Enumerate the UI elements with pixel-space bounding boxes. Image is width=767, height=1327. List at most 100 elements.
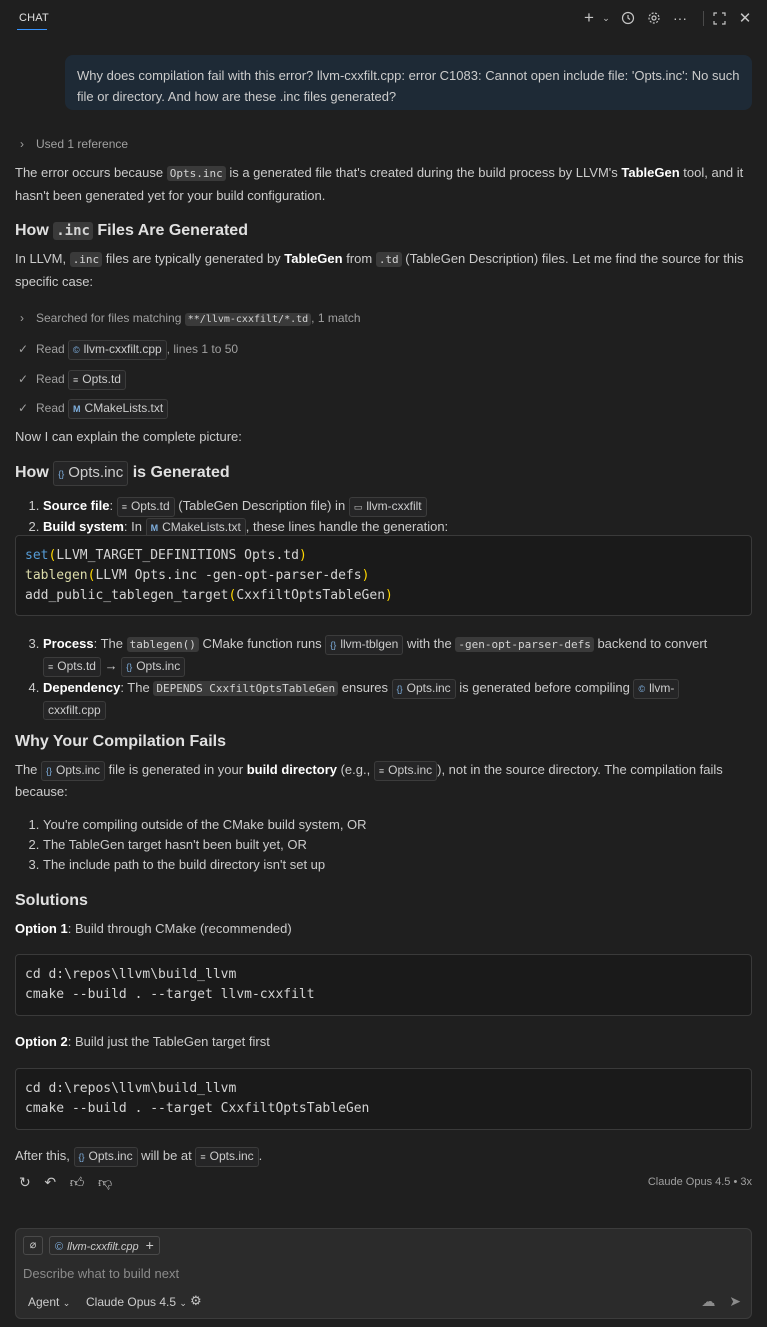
agent-mode-select[interactable]: Agent ⌄ <box>28 1295 70 1309</box>
bold-text: TableGen <box>284 251 343 266</box>
history-icon[interactable] <box>619 9 637 27</box>
heading-text: is Generated <box>128 464 230 481</box>
text: : Build through CMake (recommended) <box>67 921 292 936</box>
check-icon: ✓ <box>18 372 29 386</box>
file-link-llvm-cxxfilt-cpp[interactable]: © llvm- <box>633 679 680 699</box>
inc-file-icon: {} <box>330 640 337 650</box>
close-icon[interactable]: ✕ <box>736 9 754 27</box>
file-name: Opts.inc <box>56 763 101 777</box>
code-block-cmake[interactable]: set(LLVM_TARGET_DEFINITIONS Opts.td) tab… <box>15 535 752 616</box>
check-icon: ✓ <box>18 401 29 415</box>
how-inc-paragraph: In LLVM, .inc files are typically genera… <box>15 248 755 293</box>
text: CMake function runs <box>198 636 326 651</box>
file-name: Opts.td <box>57 659 96 673</box>
inc-file-icon: {} <box>58 469 65 479</box>
tools-icon[interactable]: ⚙︎ <box>190 1293 202 1309</box>
file-link-llvm-cxxfilt-cpp[interactable]: © llvm-cxxfilt.cpp <box>68 340 167 360</box>
code-block-option-1[interactable]: cd d:\repos\llvm\build_llvm cmake --buil… <box>15 954 752 1016</box>
maximize-icon[interactable] <box>710 9 728 27</box>
folder-link-llvm-cxxfilt[interactable]: ▭ llvm-cxxfilt <box>348 497 427 517</box>
bold-text: Source file <box>43 498 110 513</box>
code-args: CxxfiltOptsTableGen <box>236 588 386 603</box>
file-link-cmakelists[interactable]: M CMakeLists.txt <box>68 399 169 419</box>
bold-text: Build system <box>43 519 124 534</box>
file-name: cxxfilt.cpp <box>48 703 101 717</box>
inline-code: .inc <box>53 222 93 240</box>
code-keyword: set <box>25 548 49 563</box>
heading-why: Why Your Compilation Fails <box>15 733 226 750</box>
text: files are typically generated by <box>102 251 285 266</box>
code-line: cd d:\repos\llvm\build_llvm <box>25 967 237 982</box>
intro-text-2: is a generated file that's created durin… <box>225 165 622 180</box>
used-reference-row[interactable]: › Used 1 reference <box>20 135 128 153</box>
code-line: cd d:\repos\llvm\build_llvm <box>25 1081 237 1096</box>
td-file-icon: ≡ <box>73 375 79 385</box>
list-item: Process: The tablegen() CMake function r… <box>43 633 748 677</box>
text: The <box>15 762 42 777</box>
inline-code: tablegen() <box>126 637 199 652</box>
inline-code: -gen-opt-parser-defs <box>455 637 594 652</box>
chat-input-box: ⌀ © llvm-cxxfilt.cpp + Describe what to bu… <box>15 1228 752 1319</box>
read-suffix: , lines 1 to 50 <box>166 342 239 356</box>
file-link-llvm-cxxfilt-cpp-cont[interactable]: cxxfilt.cpp <box>43 701 106 720</box>
file-link-opts-inc[interactable]: {} Opts.inc <box>121 657 186 677</box>
attach-icon[interactable]: ⌀ <box>23 1236 43 1255</box>
td-file-icon: ≡ <box>200 1152 206 1162</box>
read-label: Read <box>36 401 65 415</box>
file-link-llvm-tblgen[interactable]: {} llvm-tblgen <box>325 635 404 655</box>
code-line: add_public_tablegen_target(CxxfiltOptsTa… <box>25 588 393 603</box>
more-icon[interactable]: ··· <box>671 9 689 27</box>
model-label: Claude Opus 4.5 <box>86 1295 177 1309</box>
chat-header: CHAT + ⌄ ··· ✕ <box>0 0 767 38</box>
file-link-opts-inc[interactable]: {} Opts.inc <box>41 761 106 781</box>
text: . <box>258 1148 263 1163</box>
list-item: The include path to the build directory … <box>43 855 748 875</box>
send-controls: ☁︎ ➤ <box>701 1293 741 1310</box>
text: : The <box>93 636 127 651</box>
retry-icon[interactable]: ↻ <box>19 1174 31 1191</box>
file-name: Opts.td <box>130 499 170 513</box>
file-link-opts-inc[interactable]: {} Opts.inc <box>53 461 129 486</box>
inc-file-icon: {} <box>46 766 53 776</box>
file-link-opts-inc[interactable]: {} Opts.inc <box>391 679 456 699</box>
add-context-icon[interactable]: + <box>146 1237 154 1253</box>
search-result-row[interactable]: › Searched for files matching **/llvm-cxx… <box>20 309 361 329</box>
file-link-opts-td[interactable]: ≡ Opts.td <box>68 370 126 390</box>
read-row-2: ✓ Read ≡ Opts.td <box>18 370 126 390</box>
inline-code: Opts.inc <box>166 166 226 181</box>
file-link-opts-inc-build[interactable]: ≡ Opts.inc <box>373 761 438 781</box>
heading-how-inc: How .inc Files Are Generated <box>15 220 248 242</box>
context-file-chip[interactable]: © llvm-cxxfilt.cpp + <box>49 1236 160 1255</box>
send-icon[interactable]: ➤ <box>729 1293 741 1309</box>
chat-input[interactable]: Describe what to build next <box>23 1266 179 1281</box>
file-name: Opts.inc <box>388 763 433 777</box>
code-line: cmake --build . --target llvm-cxxfilt <box>25 987 315 1002</box>
check-icon: ✓ <box>18 342 29 356</box>
tab-underline <box>17 29 47 30</box>
chevron-down-icon: ⌄ <box>62 1298 71 1308</box>
file-link-opts-td[interactable]: ≡ Opts.td <box>116 497 175 517</box>
chevron-down-icon: ⌄ <box>179 1298 187 1308</box>
cmake-file-icon: M <box>150 523 159 533</box>
cpp-file-icon: © <box>55 1241 64 1253</box>
undo-icon[interactable]: ↶ <box>44 1174 56 1191</box>
code-block-option-2[interactable]: cd d:\repos\llvm\build_llvm cmake --buil… <box>15 1068 752 1130</box>
file-link-opts-inc[interactable]: {} Opts.inc <box>73 1147 138 1167</box>
chevron-down-icon[interactable]: ⌄ <box>597 9 615 27</box>
text: will be at <box>137 1148 196 1163</box>
thumbs-up-icon[interactable]: 👍︎ <box>70 1174 85 1191</box>
text: , these lines handle the generation: <box>245 519 449 534</box>
plus-icon[interactable]: + <box>580 8 598 27</box>
file-link-opts-inc-build[interactable]: ≡ Opts.inc <box>195 1147 259 1167</box>
model-select[interactable]: Claude Opus 4.5 ⌄ <box>86 1295 187 1309</box>
cloud-icon[interactable]: ☁︎ <box>701 1293 715 1309</box>
reasons-list: You're compiling outside of the CMake bu… <box>43 815 748 875</box>
text: (e.g., <box>336 762 374 777</box>
inline-code: DEPENDS CxxfiltOptsTableGen <box>153 681 339 696</box>
inc-file-icon: {} <box>126 662 133 672</box>
thumbs-down-icon[interactable]: 👎︎ <box>98 1174 112 1191</box>
search-text: Searched for files matching <box>36 311 185 325</box>
gear-icon[interactable] <box>645 9 663 27</box>
tab-chat[interactable]: CHAT <box>19 12 49 24</box>
file-link-opts-td[interactable]: ≡ Opts.td <box>43 657 101 677</box>
